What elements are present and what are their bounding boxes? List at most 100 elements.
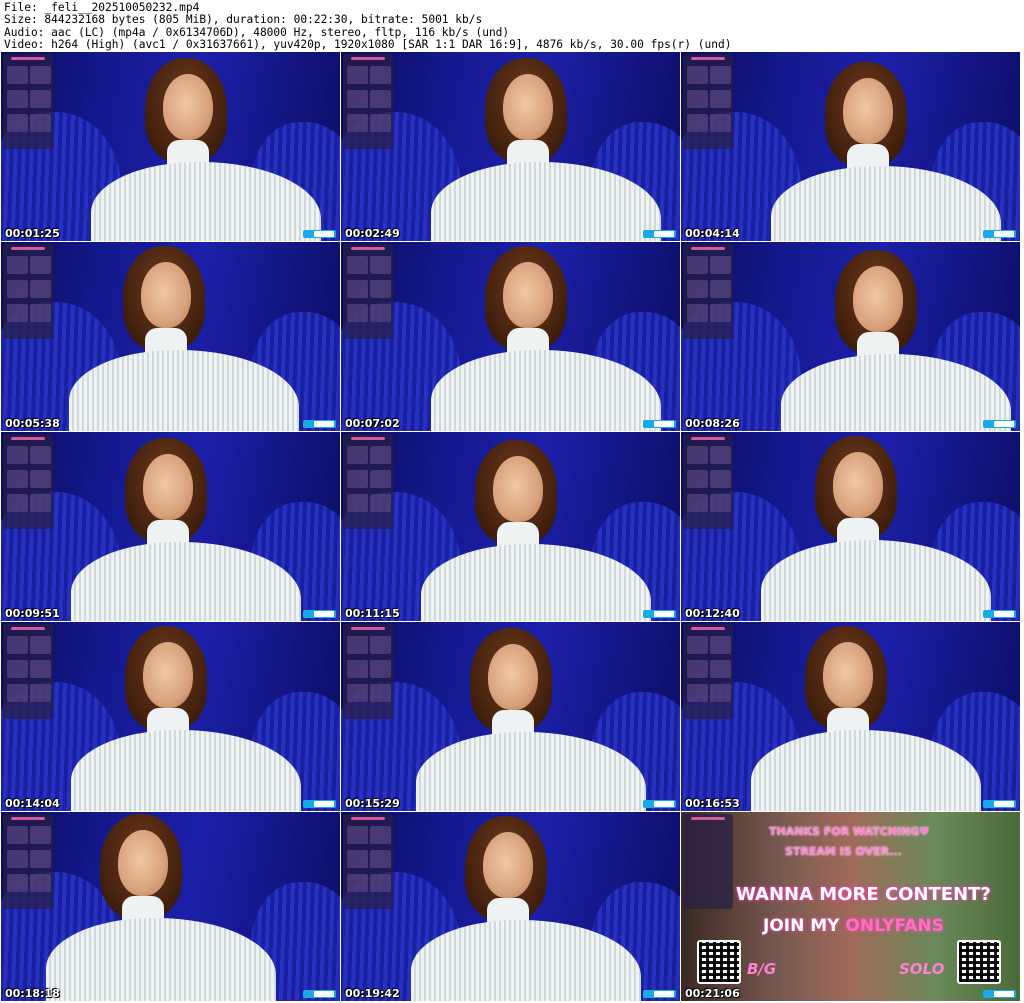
watermark-badge [303, 610, 336, 618]
tip-level-box [370, 256, 391, 274]
tip-level-box [687, 280, 708, 298]
tip-level-box [370, 684, 391, 702]
tip-level-box [710, 660, 731, 678]
thumbnail-frame: 00:04:14 [681, 52, 1020, 241]
frame-timestamp: 00:02:49 [345, 227, 400, 240]
frame-timestamp: 00:15:29 [345, 797, 400, 810]
qr-code-right [957, 940, 1001, 984]
tip-level-box [710, 66, 731, 84]
frame-timestamp: 00:11:15 [345, 607, 400, 620]
tip-level-box [347, 850, 368, 868]
tip-level-box [347, 256, 368, 274]
tip-level-box [687, 636, 708, 654]
lovense-overlay-panel [343, 244, 393, 339]
tip-level-box [710, 304, 731, 322]
thumbnail-frame: 00:07:02 [341, 242, 680, 431]
tip-level-box [370, 826, 391, 844]
lovense-logo [351, 57, 385, 60]
promo-join-prefix: JOIN MY [763, 916, 846, 936]
lovense-logo [691, 817, 725, 820]
lovense-logo [351, 627, 385, 630]
tip-level-box [347, 304, 368, 322]
thumbnail-frame: 00:12:40 [681, 432, 1020, 621]
tip-level-box [30, 280, 51, 298]
tip-level-box [710, 90, 731, 108]
tip-level-box [7, 470, 28, 488]
tip-level-box [30, 114, 51, 132]
tip-level-box [370, 660, 391, 678]
thumbnail-frame: 00:09:51 [1, 432, 340, 621]
face [843, 78, 893, 144]
tip-level-box [30, 256, 51, 274]
frame-timestamp: 00:16:53 [685, 797, 740, 810]
lovense-overlay-panel [683, 434, 733, 529]
tip-level-box [370, 494, 391, 512]
lovense-logo [11, 627, 45, 630]
tip-level-box [370, 280, 391, 298]
tip-level-box [710, 114, 731, 132]
frame-timestamp: 00:18:18 [5, 987, 60, 1000]
tip-level-box [347, 874, 368, 892]
tip-level-box [347, 660, 368, 678]
tip-level-box [7, 66, 28, 84]
watermark-badge [643, 800, 676, 808]
face [483, 832, 533, 898]
thumbnail-frame: 00:16:53 [681, 622, 1020, 811]
tip-level-box [30, 684, 51, 702]
tip-level-box [687, 684, 708, 702]
watermark-badge [643, 420, 676, 428]
tip-level-box [7, 874, 28, 892]
tip-level-box [710, 636, 731, 654]
lovense-overlay-panel [3, 244, 53, 339]
face [823, 642, 873, 708]
face [488, 644, 538, 710]
lovense-overlay-panel [343, 624, 393, 719]
lovense-overlay-panel [683, 814, 733, 909]
lovense-overlay-panel [343, 814, 393, 909]
tip-level-box [370, 850, 391, 868]
lovense-logo [691, 627, 725, 630]
thumbnail-frame: 00:11:15 [341, 432, 680, 621]
thumbnail-frame: 00:05:38 [1, 242, 340, 431]
face [141, 262, 191, 328]
thumbnail-frame: 00:19:42 [341, 812, 680, 1001]
lovense-logo [691, 247, 725, 250]
tip-level-box [7, 114, 28, 132]
lovense-overlay-panel [3, 814, 53, 909]
thumbnail-frame: 00:14:04 [1, 622, 340, 811]
tip-level-box [7, 90, 28, 108]
lovense-overlay-panel [683, 54, 733, 149]
lovense-overlay-panel [343, 434, 393, 529]
tip-level-box [687, 66, 708, 84]
tip-level-box [687, 256, 708, 274]
watermark-badge [303, 990, 336, 998]
watermark-badge [983, 800, 1016, 808]
tip-level-box [7, 684, 28, 702]
tip-level-box [370, 114, 391, 132]
lovense-logo [351, 817, 385, 820]
tip-level-box [347, 470, 368, 488]
thumbnail-frame: 00:15:29 [341, 622, 680, 811]
promo-thanks-text: THANKS FOR WATCHING♥ [769, 825, 930, 838]
lovense-logo [691, 57, 725, 60]
thumbnail-frame: THANKS FOR WATCHING♥ STREAM IS OVER... W… [681, 812, 1020, 1001]
watermark-badge [983, 420, 1016, 428]
frame-timestamp: 00:14:04 [5, 797, 60, 810]
lovense-logo [11, 817, 45, 820]
tip-level-box [710, 684, 731, 702]
tip-level-box [370, 636, 391, 654]
lovense-overlay-panel [3, 624, 53, 719]
thumbnail-frame: 00:18:18 [1, 812, 340, 1001]
tip-level-box [347, 114, 368, 132]
tip-level-box [30, 304, 51, 322]
tip-level-box [7, 304, 28, 322]
lovense-overlay-panel [3, 434, 53, 529]
frame-timestamp: 00:09:51 [5, 607, 60, 620]
tip-level-box [7, 256, 28, 274]
watermark-badge [983, 230, 1016, 238]
tip-level-box [347, 90, 368, 108]
watermark-badge [303, 230, 336, 238]
qr-code-left [697, 940, 741, 984]
tip-level-box [7, 850, 28, 868]
frame-timestamp: 00:12:40 [685, 607, 740, 620]
